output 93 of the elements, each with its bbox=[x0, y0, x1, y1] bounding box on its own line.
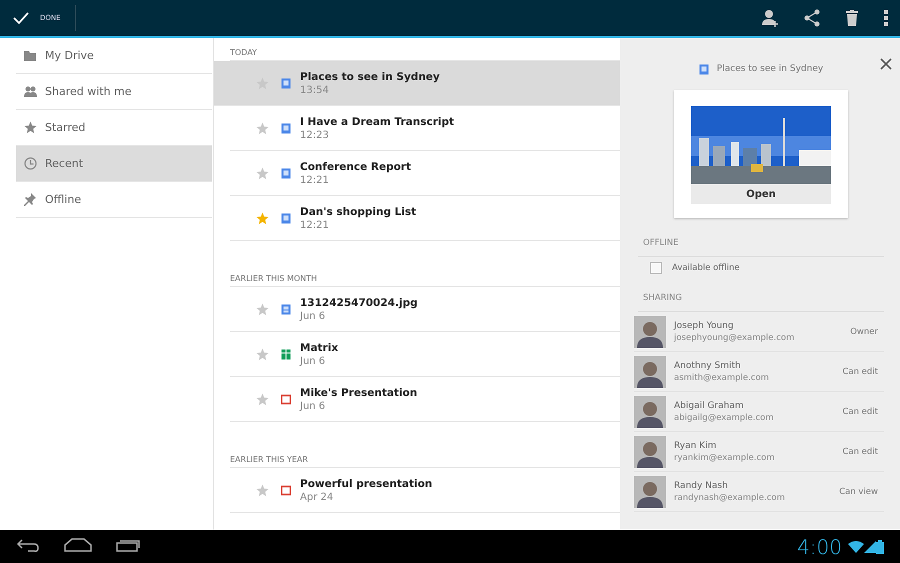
file-row[interactable]: I Have a Dream Transcript 12:23 bbox=[230, 106, 620, 151]
document-icon bbox=[281, 122, 291, 134]
presentation-icon bbox=[281, 484, 291, 496]
trash-icon[interactable] bbox=[846, 10, 858, 26]
document-icon bbox=[281, 168, 291, 178]
file-row[interactable]: Conference Report 12:21 bbox=[230, 151, 620, 196]
file-row[interactable]: Dan's shopping List 12:21 bbox=[230, 196, 620, 241]
person-email: abigailg@example.com bbox=[674, 412, 775, 422]
star-icon[interactable] bbox=[256, 302, 269, 316]
star-icon[interactable] bbox=[256, 122, 269, 134]
permission-label: Can edit bbox=[842, 406, 878, 416]
avatar bbox=[634, 476, 666, 508]
section-heading: OFFLINE bbox=[638, 218, 884, 257]
file-name: Dan's shopping List bbox=[300, 206, 416, 218]
file-time: 12:21 bbox=[300, 174, 330, 186]
file-time: 12:21 bbox=[300, 220, 330, 230]
permission-label: Owner bbox=[850, 326, 878, 336]
add-person-icon[interactable] bbox=[762, 9, 778, 27]
file-time: 13:54 bbox=[300, 84, 330, 96]
wifi-icon bbox=[848, 540, 864, 552]
pin-icon bbox=[24, 193, 37, 206]
file-time: Jun 6 bbox=[300, 310, 326, 322]
signal-icon bbox=[864, 540, 876, 552]
file-title: Places to see in Sydney bbox=[716, 64, 824, 74]
spreadsheet-icon bbox=[281, 348, 291, 360]
person-email: randynash@example.com bbox=[674, 492, 786, 502]
person-email: ryankim@example.com bbox=[674, 452, 776, 462]
file-name: Matrix bbox=[300, 342, 338, 354]
recent-apps-icon bbox=[116, 538, 142, 552]
file-name: Mike's Presentation bbox=[300, 386, 418, 398]
file-time: Jun 6 bbox=[300, 356, 326, 366]
clock-icon bbox=[24, 157, 37, 170]
file-name: 1312425470024.jpg bbox=[300, 296, 418, 308]
battery-icon bbox=[876, 540, 884, 554]
file-row[interactable]: Matrix Jun 6 bbox=[230, 332, 620, 377]
recent-apps-button[interactable] bbox=[116, 538, 142, 555]
check-icon bbox=[12, 11, 30, 25]
star-icon bbox=[24, 121, 37, 134]
file-row[interactable]: Powerful presentation Apr 24 bbox=[230, 468, 620, 513]
filled-star-icon[interactable] bbox=[256, 212, 269, 224]
avatar bbox=[634, 316, 666, 348]
sidebar-item[interactable]: Offline bbox=[16, 182, 212, 218]
home-icon bbox=[64, 538, 92, 552]
person-name: Abigail Graham bbox=[674, 400, 745, 410]
section-heading: EARLIER THIS MONTH bbox=[230, 263, 620, 287]
file-time: Apr 24 bbox=[300, 492, 334, 502]
person-name: Anothny Smith bbox=[674, 360, 742, 370]
avatar bbox=[634, 436, 666, 468]
star-icon[interactable] bbox=[256, 166, 269, 180]
permission-label: Can edit bbox=[842, 366, 878, 376]
home-button[interactable] bbox=[64, 538, 92, 555]
back-icon bbox=[16, 538, 40, 552]
file-name: Powerful presentation bbox=[300, 478, 432, 490]
image-file-icon bbox=[281, 304, 291, 314]
presentation-icon bbox=[281, 394, 291, 404]
permission-label: Can edit bbox=[842, 446, 878, 456]
document-icon bbox=[281, 212, 291, 224]
clock-time: 4:00 bbox=[797, 534, 842, 558]
open-button[interactable]: Open bbox=[691, 184, 831, 204]
star-icon[interactable] bbox=[256, 484, 269, 496]
section-heading: EARLIER THIS YEAR bbox=[230, 444, 620, 468]
person-email: asmith@example.com bbox=[674, 372, 770, 382]
person-name: Ryan Kim bbox=[674, 440, 718, 450]
file-row[interactable]: 1312425470024.jpg Jun 6 bbox=[230, 287, 620, 332]
checkbox-label: Available offline bbox=[672, 263, 740, 273]
document-icon bbox=[281, 78, 291, 88]
file-name: Places to see in Sydney bbox=[300, 70, 440, 82]
file-row[interactable]: Mike's Presentation Jun 6 bbox=[230, 377, 620, 422]
sidebar-item[interactable]: Shared with me bbox=[16, 74, 212, 110]
star-icon[interactable] bbox=[256, 348, 269, 360]
person-name: Randy Nash bbox=[674, 480, 729, 490]
avatar bbox=[634, 396, 666, 428]
checkbox[interactable] bbox=[650, 262, 662, 274]
star-icon[interactable] bbox=[256, 392, 269, 406]
file-row[interactable]: Places to see in Sydney 13:54 bbox=[214, 61, 620, 106]
people-icon bbox=[24, 85, 37, 98]
overflow-menu-icon[interactable] bbox=[884, 10, 888, 26]
file-name: I Have a Dream Transcript bbox=[300, 116, 454, 128]
sidebar-item[interactable]: My Drive bbox=[16, 38, 212, 74]
sidebar-item[interactable]: Recent bbox=[16, 146, 212, 182]
file-name: Conference Report bbox=[300, 160, 411, 172]
share-icon[interactable] bbox=[804, 9, 820, 27]
person-name: Joseph Young bbox=[674, 320, 735, 330]
document-icon bbox=[698, 64, 709, 74]
close-icon bbox=[880, 58, 892, 70]
file-time: 12:23 bbox=[300, 130, 330, 140]
back-button[interactable] bbox=[16, 538, 40, 555]
avatar bbox=[634, 356, 666, 388]
file-time: Jun 6 bbox=[300, 400, 326, 412]
permission-label: Can view bbox=[839, 486, 878, 496]
section-heading: SHARING bbox=[638, 279, 884, 312]
person-email: josephyoung@example.com bbox=[674, 332, 796, 342]
folder-icon bbox=[24, 49, 37, 62]
